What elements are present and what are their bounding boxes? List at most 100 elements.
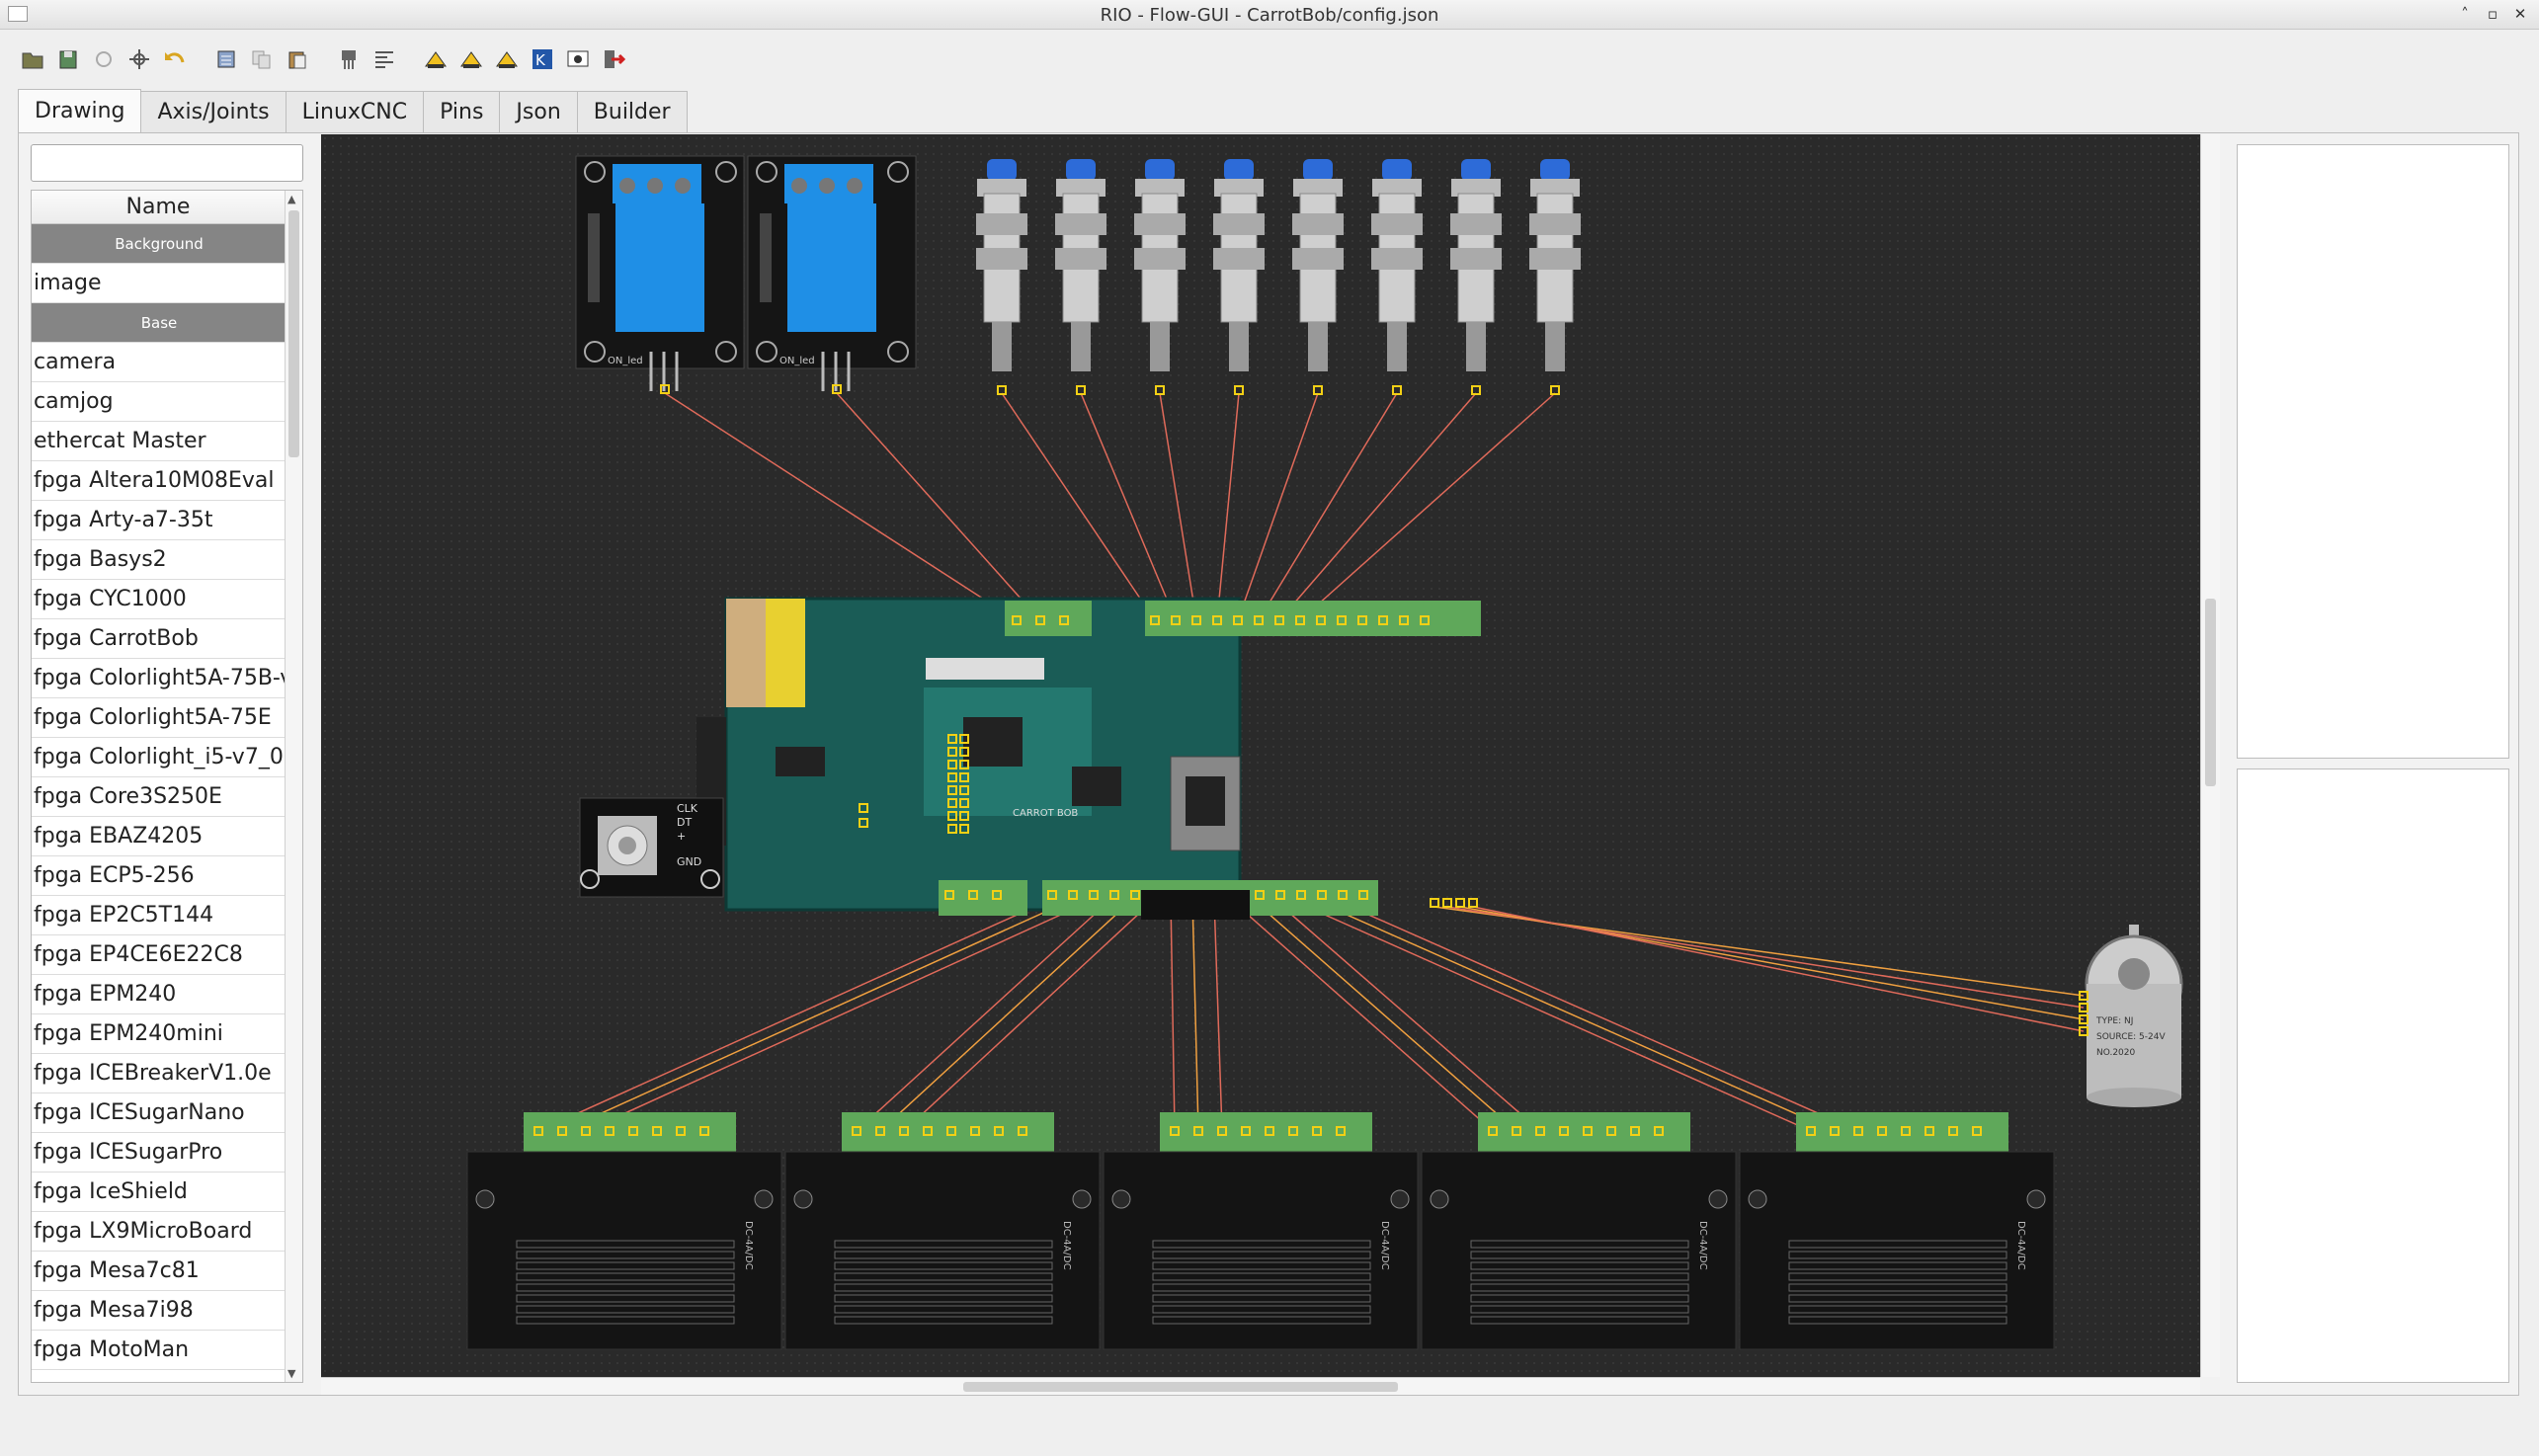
canvas-vscroll-thumb[interactable] <box>2205 599 2216 786</box>
sensor-port <box>1076 385 1086 395</box>
list-item[interactable]: fpga Colorlight5A-75B-v8.0 <box>32 659 285 698</box>
list-item[interactable]: fpga ICESugarPro <box>32 1133 285 1173</box>
preview-icon[interactable] <box>565 46 591 72</box>
proximity-sensor[interactable] <box>1371 159 1423 395</box>
board-port <box>1442 898 1452 908</box>
main-toolbar: K <box>20 41 626 77</box>
proximity-sensor[interactable] <box>1213 159 1265 395</box>
search-input[interactable] <box>31 144 303 182</box>
list-group-header[interactable]: Base <box>32 303 285 343</box>
stepper-driver[interactable]: DC-4A/DC <box>784 1112 1101 1350</box>
drawing-canvas[interactable]: ON_led ON_led CARROT BOB CLK DT + GND TY… <box>321 134 2200 1377</box>
list-item[interactable]: fpga EPM240mini <box>32 1014 285 1054</box>
copy-icon[interactable] <box>249 46 275 72</box>
list-item[interactable]: fpga Colorlight_i5-v7_0 <box>32 738 285 777</box>
scroll-down-icon[interactable]: ▼ <box>287 1367 295 1380</box>
tab-pins[interactable]: Pins <box>423 91 501 132</box>
list-item[interactable]: fpga Basys2 <box>32 540 285 580</box>
list-item[interactable]: fpga Arty-a7-35t <box>32 501 285 540</box>
relay-module[interactable]: ON_led <box>747 155 917 394</box>
list-scroll-thumb[interactable] <box>288 210 299 457</box>
list-scrollbar[interactable]: ▲ ▼ <box>285 191 302 1382</box>
list-item[interactable]: fpga Altera10M08Eval <box>32 461 285 501</box>
list-item[interactable]: fpga EBAZ4205 <box>32 817 285 856</box>
align-icon[interactable] <box>371 46 397 72</box>
list-item[interactable]: image <box>32 264 285 303</box>
list-item[interactable]: fpga EPM240 <box>32 975 285 1014</box>
properties-icon[interactable] <box>213 46 239 72</box>
close-button[interactable]: ✕ <box>2511 3 2529 25</box>
proximity-sensor[interactable] <box>1292 159 1344 395</box>
proximity-sensor[interactable] <box>976 159 1027 395</box>
driver-label: DC-4A/DC <box>1379 1221 1390 1270</box>
open-icon[interactable] <box>20 46 45 72</box>
kicad-icon[interactable]: K <box>530 46 555 72</box>
properties-panel[interactable] <box>2237 144 2509 759</box>
canvas-horizontal-scrollbar[interactable] <box>321 1377 2200 1395</box>
tab-builder[interactable]: Builder <box>576 91 688 132</box>
relay-label: ON_led <box>779 356 815 366</box>
canvas-vertical-scrollbar[interactable] <box>2200 134 2220 1377</box>
pin-icon[interactable] <box>336 46 362 72</box>
tab-linuxcnc[interactable]: LinuxCNC <box>285 91 425 132</box>
list-group-header[interactable]: Background <box>32 224 285 264</box>
proximity-sensor[interactable] <box>1055 159 1106 395</box>
list-item[interactable]: fpga ICESugarNano <box>32 1093 285 1133</box>
flash-verify-icon[interactable] <box>494 46 520 72</box>
list-item[interactable]: fpga Core3S250E <box>32 777 285 817</box>
main-tabs: Drawing Axis/Joints LinuxCNC Pins Json B… <box>18 89 688 132</box>
list-item[interactable]: fpga ECP5-256 <box>32 856 285 896</box>
scroll-up-icon[interactable]: ▲ <box>287 193 295 205</box>
tab-axis-joints[interactable]: Axis/Joints <box>140 91 287 132</box>
list-item[interactable]: fpga MotoMan <box>32 1331 285 1370</box>
list-item[interactable]: fpga Colorlight5A-75E <box>32 698 285 738</box>
minimize-button[interactable]: ˄ <box>2456 3 2474 25</box>
stepper-driver[interactable]: DC-4A/DC <box>466 1112 782 1350</box>
details-panel[interactable] <box>2237 768 2509 1383</box>
undo-icon[interactable] <box>162 46 188 72</box>
list-item[interactable]: fpga Mesa7i98 <box>32 1291 285 1331</box>
list-item[interactable]: camera <box>32 343 285 382</box>
tab-json[interactable]: Json <box>499 91 578 132</box>
proximity-sensor[interactable] <box>1529 159 1581 395</box>
encoder-pin-clk: CLK <box>677 802 698 815</box>
list-item[interactable]: fpga EP2C5T144 <box>32 896 285 935</box>
list-column-header[interactable]: Name <box>32 191 285 224</box>
proximity-sensor[interactable] <box>1134 159 1186 395</box>
stepper-driver[interactable]: DC-4A/DC <box>1739 1112 2055 1350</box>
list-item[interactable]: fpga EP4CE6E22C8 <box>32 935 285 975</box>
list-item[interactable]: fpga Mesa7c81 <box>32 1252 285 1291</box>
driver-label: DC-4A/DC <box>743 1221 754 1270</box>
svg-text:K: K <box>535 51 546 69</box>
board-port <box>1455 898 1465 908</box>
list-item[interactable]: fpga CYC1000 <box>32 580 285 619</box>
flash-icon[interactable] <box>423 46 449 72</box>
flash-alt-icon[interactable] <box>458 46 484 72</box>
list-item[interactable]: camjog <box>32 382 285 422</box>
list-item[interactable]: fpga CarrotBob <box>32 619 285 659</box>
proximity-sensor[interactable] <box>1450 159 1502 395</box>
encoder-pin-plus: + <box>677 830 686 843</box>
stepper-driver[interactable]: DC-4A/DC <box>1103 1112 1419 1350</box>
canvas-hscroll-thumb[interactable] <box>963 1382 1398 1392</box>
list-item[interactable]: ethercat Master <box>32 422 285 461</box>
stepper-driver[interactable]: DC-4A/DC <box>1421 1112 1737 1350</box>
incremental-encoder[interactable]: TYPE: NJ SOURCE: 5-24V NO.2020 <box>2079 925 2183 1107</box>
sensor-port <box>1471 385 1481 395</box>
paste-icon[interactable] <box>285 46 310 72</box>
carrotbob-board[interactable]: CARROT BOB <box>696 597 1481 920</box>
driver-label: DC-4A/DC <box>2015 1221 2026 1270</box>
tab-drawing[interactable]: Drawing <box>18 89 142 132</box>
list-item[interactable]: fpga LX9MicroBoard <box>32 1212 285 1252</box>
relay-module[interactable]: ON_led <box>575 155 745 394</box>
save-icon[interactable] <box>55 46 81 72</box>
encoder-text-type: TYPE: NJ <box>2095 1016 2133 1026</box>
encoder-pin-gnd: GND <box>677 855 701 868</box>
sensor-port <box>997 385 1007 395</box>
fit-view-icon[interactable] <box>126 46 152 72</box>
reload-icon[interactable] <box>91 46 117 72</box>
list-item[interactable]: fpga ICEBreakerV1.0e <box>32 1054 285 1093</box>
list-item[interactable]: fpga IceShield <box>32 1173 285 1212</box>
exit-icon[interactable] <box>601 46 626 72</box>
maximize-button[interactable]: ▫ <box>2484 3 2501 25</box>
